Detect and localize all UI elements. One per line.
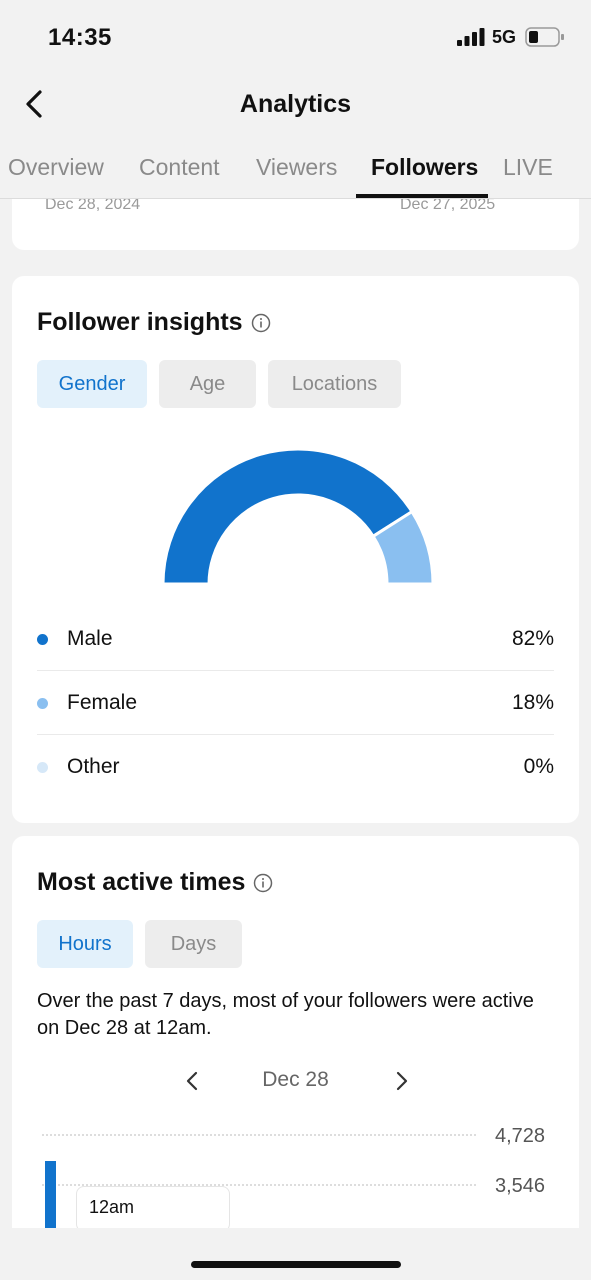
legend-row-male: Male 82% <box>37 607 554 671</box>
female-dot-icon <box>37 698 48 709</box>
most-active-times-card: Most active times Hours Days Over the pa… <box>12 836 579 1256</box>
donut-segment-male <box>161 447 415 586</box>
tab-viewers[interactable]: Viewers <box>256 154 337 181</box>
legend-value-male: 82% <box>511 627 554 650</box>
info-icon[interactable] <box>251 313 271 333</box>
bottom-safe-area <box>0 1228 591 1280</box>
chart-bar <box>45 1161 56 1236</box>
other-dot-icon <box>37 762 48 773</box>
day-label: Dec 28 <box>262 1068 329 1091</box>
follower-insights-title-text: Follower insights <box>37 308 243 336</box>
tab-live[interactable]: LIVE <box>503 154 553 181</box>
home-indicator[interactable] <box>191 1261 401 1268</box>
legend-value-other: 0% <box>523 755 554 778</box>
nav-header: Analytics <box>0 76 591 136</box>
legend-row-female: Female 18% <box>37 671 554 735</box>
active-times-summary: Over the past 7 days, most of your follo… <box>37 990 534 1039</box>
tab-content[interactable]: Content <box>139 154 220 181</box>
y-tick-label: 4,728 <box>495 1125 545 1147</box>
signal-bars-icon <box>457 28 485 46</box>
info-icon[interactable] <box>253 873 273 893</box>
network-label: 5G <box>492 27 517 47</box>
status-time: 14:35 <box>48 24 112 51</box>
legend-value-female: 18% <box>511 691 554 714</box>
follower-insights-title: Follower insights <box>37 308 271 337</box>
battery-icon <box>525 27 564 47</box>
active-tab-indicator <box>356 194 488 198</box>
filter-age[interactable]: Age <box>159 360 256 408</box>
chart-tooltip: 12am <box>76 1186 230 1232</box>
filter-days[interactable]: Days <box>145 920 242 968</box>
legend-label-other: Other <box>67 755 120 778</box>
y-tick-label: 3,546 <box>495 1175 545 1197</box>
status-bar: 14:35 5G <box>0 0 591 76</box>
most-active-times-title: Most active times <box>37 868 273 897</box>
legend-row-other: Other 0% <box>37 735 554 799</box>
filter-locations[interactable]: Locations <box>268 360 401 408</box>
legend-label-female: Female <box>67 691 138 714</box>
day-navigator: Dec 28 <box>12 1064 579 1100</box>
follower-insights-card: Follower insights Gender Age Locations M… <box>12 276 579 823</box>
chevron-right-icon[interactable] <box>390 1066 414 1096</box>
page-title: Analytics <box>239 90 352 118</box>
most-active-times-title-text: Most active times <box>37 868 246 896</box>
analytics-tabs: Overview Content Viewers Followers LIVE <box>0 140 591 199</box>
male-dot-icon <box>37 634 48 645</box>
filter-hours[interactable]: Hours <box>37 920 133 968</box>
tab-overview[interactable]: Overview <box>8 154 104 181</box>
filter-gender[interactable]: Gender <box>37 360 147 408</box>
legend-label-male: Male <box>67 627 113 650</box>
gender-donut-chart <box>161 447 435 586</box>
tab-followers[interactable]: Followers <box>371 154 478 181</box>
